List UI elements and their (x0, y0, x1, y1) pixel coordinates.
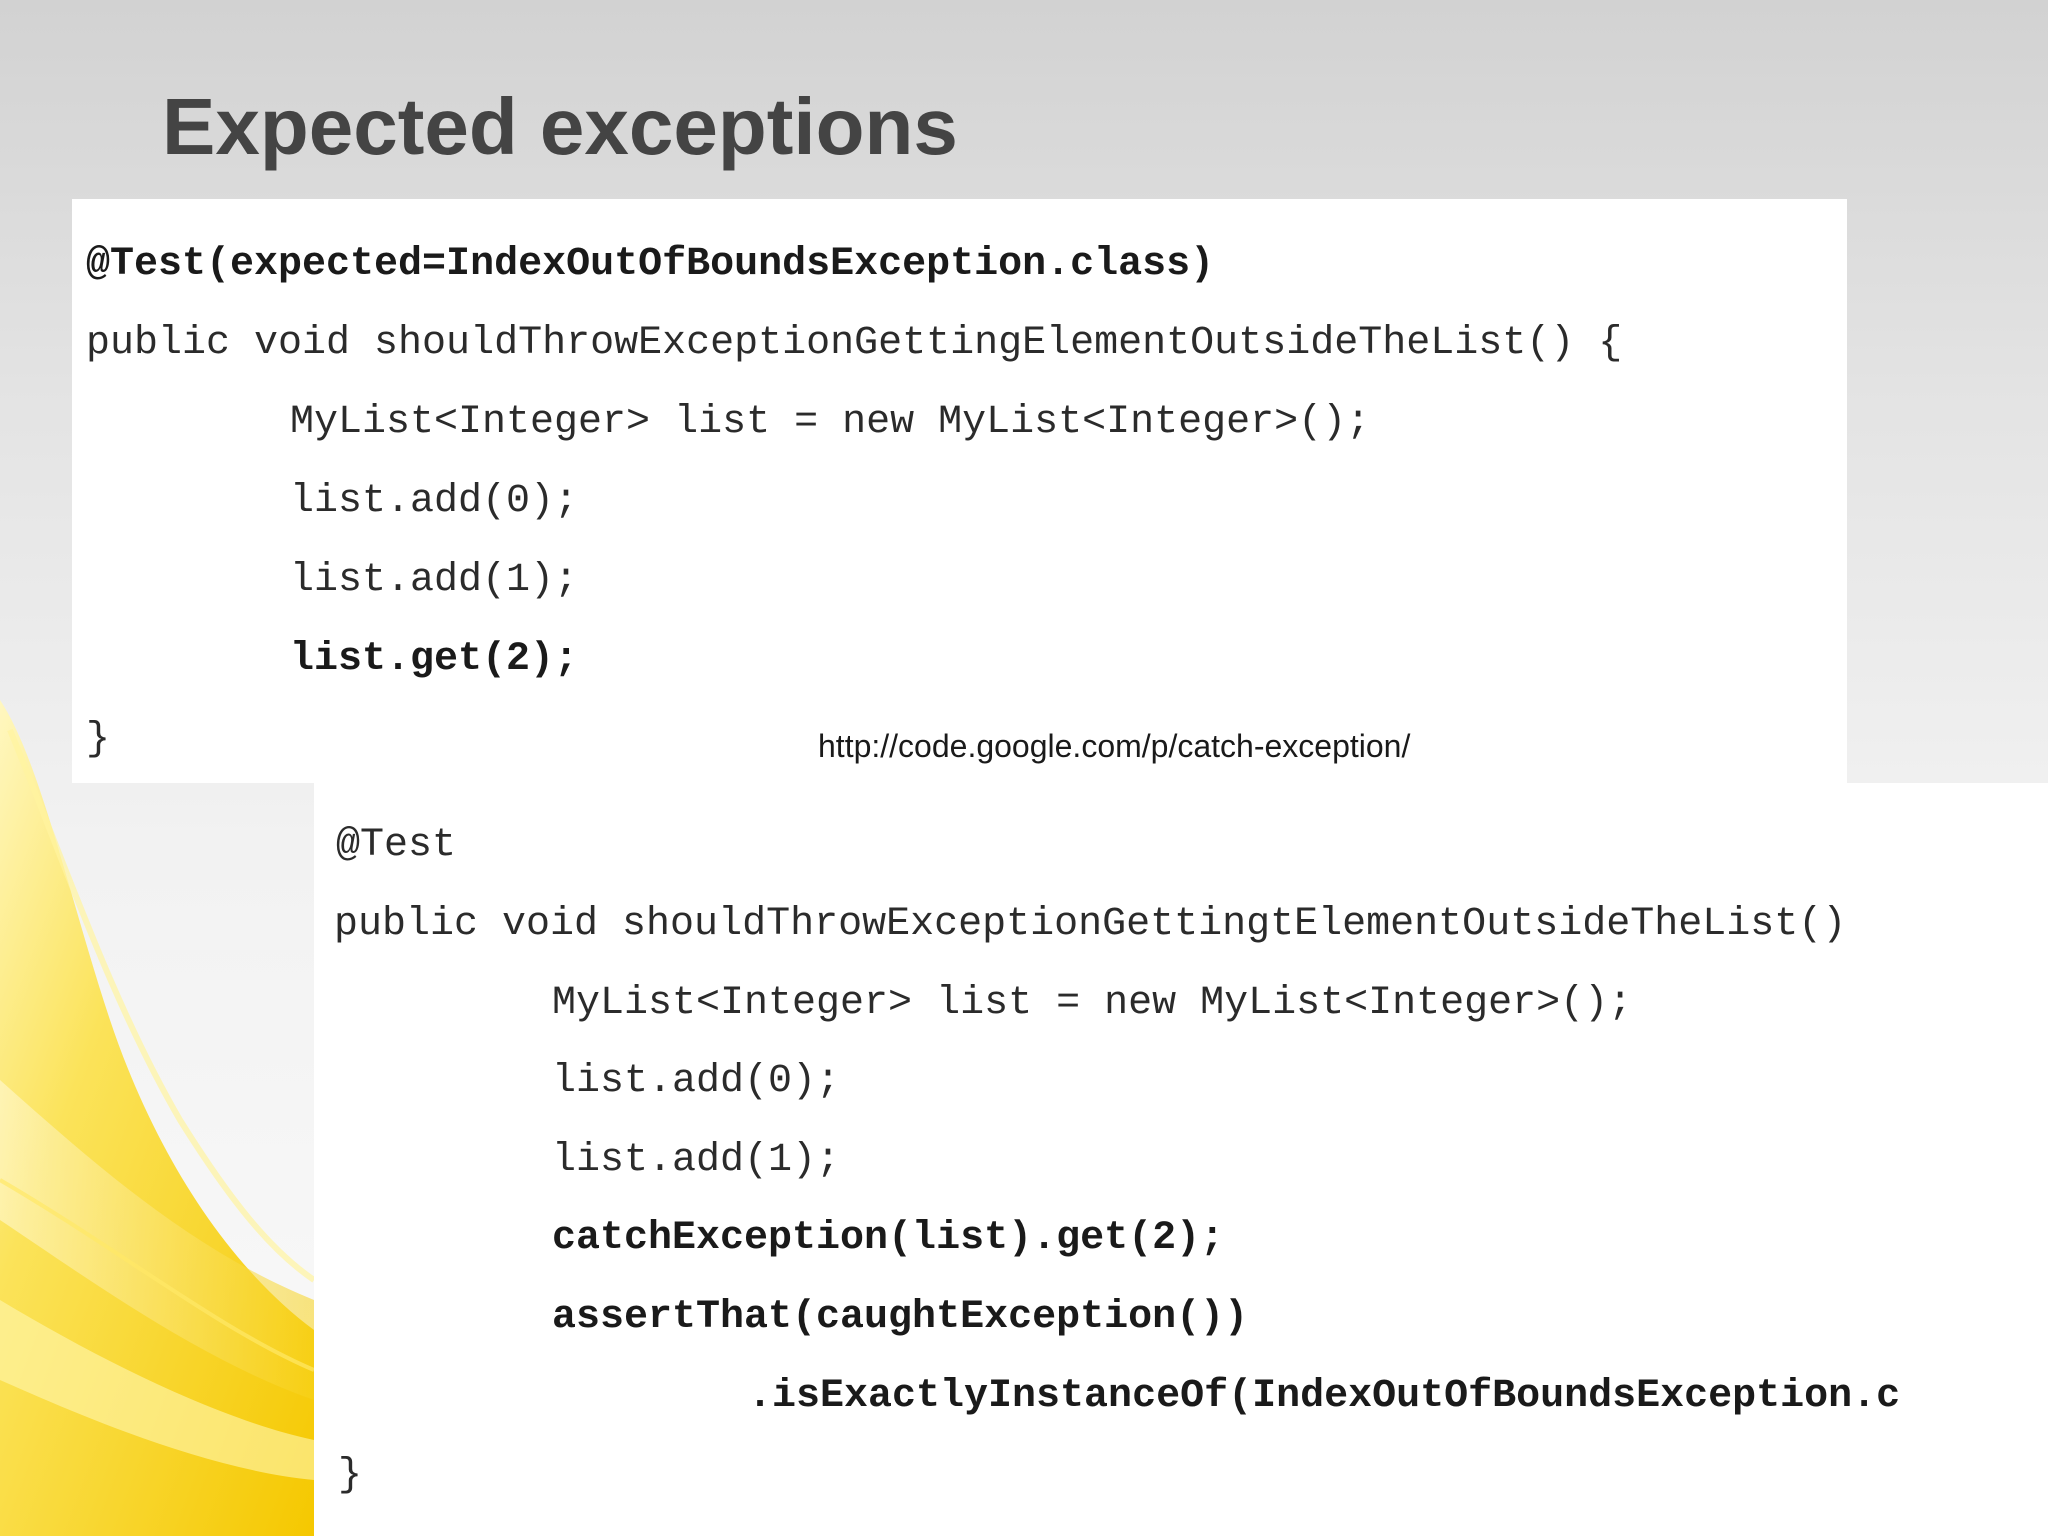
slide-title: Expected exceptions (162, 82, 958, 171)
code-line: list.add(0); (290, 479, 579, 524)
code-line: @Test (336, 823, 457, 868)
slide: Expected exceptions @Test(expected=Index… (0, 0, 2048, 1536)
code-line: list.get(2); (290, 637, 579, 682)
code-block-catch-exception: @Test public void shouldThrowExceptionGe… (314, 783, 2048, 1536)
code-line: } (338, 1453, 363, 1498)
code-line: @Test(expected=IndexOutOfBoundsException… (86, 242, 1215, 287)
code-line: list.add(1); (552, 1138, 841, 1183)
code-line: MyList<Integer> list = new MyList<Intege… (290, 400, 1371, 445)
code-line: public void shouldThrowExceptionGettingE… (86, 321, 1623, 366)
catch-exception-link[interactable]: http://code.google.com/p/catch-exception… (818, 726, 1410, 766)
code-line: MyList<Integer> list = new MyList<Intege… (552, 981, 1633, 1026)
code-line: catchException(list).get(2); (552, 1216, 1225, 1261)
code-line: list.add(1); (290, 558, 579, 603)
code-line: public void shouldThrowExceptionGettingt… (334, 902, 1847, 947)
code-line: } (86, 717, 111, 762)
code-block-expected-annotation: @Test(expected=IndexOutOfBoundsException… (72, 199, 1847, 783)
code-line: .isExactlyInstanceOf(IndexOutOfBoundsExc… (748, 1374, 1901, 1419)
code-line: list.add(0); (552, 1059, 841, 1104)
code-line: assertThat(caughtException()) (552, 1295, 1249, 1340)
